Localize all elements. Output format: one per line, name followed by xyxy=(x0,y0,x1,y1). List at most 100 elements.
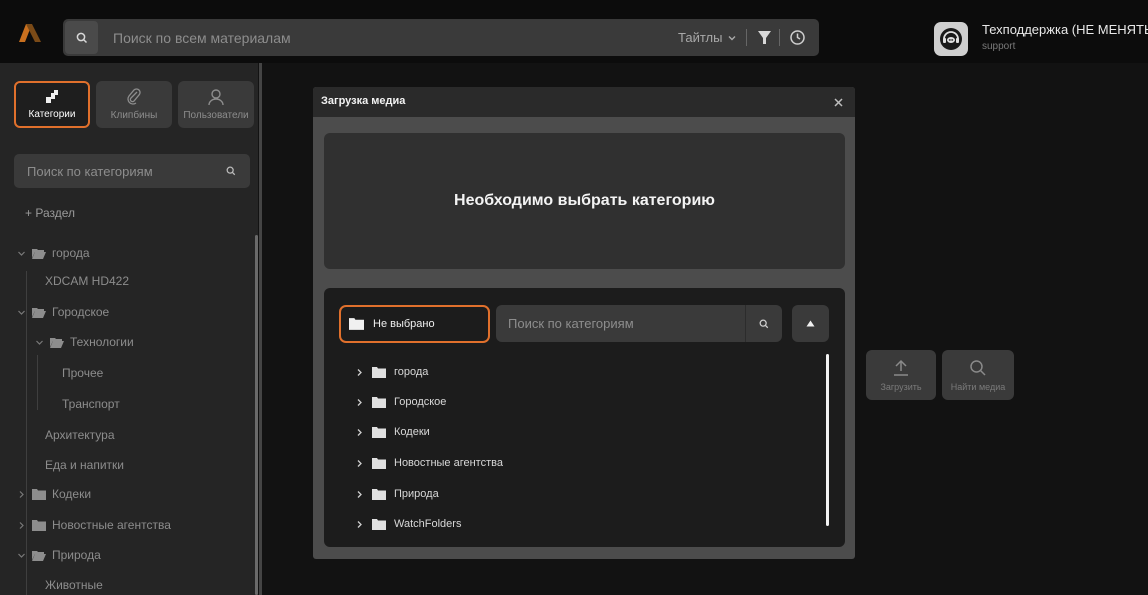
tree-item-label: Природа xyxy=(52,548,101,562)
folder-open-icon xyxy=(32,248,46,259)
notice-text: Необходимо выбрать категорию xyxy=(454,192,715,209)
chevron-right-icon xyxy=(357,459,362,467)
folder-icon xyxy=(372,488,386,500)
picker-item-label: Природа xyxy=(394,488,439,500)
category-search-input[interactable] xyxy=(14,154,204,188)
tree-item-label: Животные xyxy=(45,578,103,592)
selected-category-button[interactable]: Не выбрано xyxy=(339,305,490,343)
picker-item-label: города xyxy=(394,366,429,378)
close-icon xyxy=(833,97,843,107)
chevron-right-icon xyxy=(357,368,362,376)
tab-label: Категории xyxy=(28,109,76,120)
tree-item-xdcam[interactable]: XDCAM HD422 xyxy=(45,269,129,293)
search-icon xyxy=(970,359,986,376)
folder-icon xyxy=(32,488,46,500)
filter-icon[interactable] xyxy=(756,29,773,46)
sidebar-scrollbar[interactable] xyxy=(255,235,258,595)
tree-item-transport[interactable]: Транспорт xyxy=(62,392,120,416)
chevron-right-icon xyxy=(357,520,362,528)
picker-item-priroda[interactable]: Природа xyxy=(355,483,439,505)
sidebar-resize-handle[interactable] xyxy=(259,63,262,595)
collapse-button[interactable] xyxy=(792,305,829,342)
folder-icon xyxy=(372,457,386,469)
clock-icon[interactable] xyxy=(789,29,806,46)
tree-item-goroda[interactable]: города xyxy=(17,241,90,265)
category-picker: Не выбрано города Городское xyxy=(324,288,845,547)
tree-item-label: Архитектура xyxy=(45,428,115,442)
tab-users[interactable]: Пользователи xyxy=(178,81,254,128)
sidebar-tabs: Категории Клипбины Пользователи xyxy=(14,81,254,128)
chevron-right-icon xyxy=(357,428,362,436)
tree-item-label: города xyxy=(52,246,90,260)
tree-item-label: Кодеки xyxy=(52,487,92,501)
tree-item-gorodskoe[interactable]: Городское xyxy=(17,300,109,324)
tree-item-prochee[interactable]: Прочее xyxy=(62,361,103,385)
picker-item-novostnye[interactable]: Новостные агентства xyxy=(355,452,503,474)
picker-item-label: Новостные агентства xyxy=(394,457,503,469)
chevron-down-icon xyxy=(18,310,25,315)
chevron-down-icon xyxy=(18,251,25,256)
paperclip-icon xyxy=(127,88,141,105)
picker-item-label: Кодеки xyxy=(394,426,430,438)
search-button[interactable] xyxy=(65,21,98,54)
upload-button[interactable]: Загрузить xyxy=(866,350,936,400)
picker-search-input[interactable] xyxy=(496,305,736,342)
drop-zone[interactable]: Необходимо выбрать категорию xyxy=(324,133,845,269)
search-icon xyxy=(226,166,236,176)
global-search-input[interactable] xyxy=(113,19,673,56)
picker-item-label: WatchFolders xyxy=(394,518,462,530)
app-logo[interactable] xyxy=(19,24,41,42)
folder-icon xyxy=(32,519,46,531)
picker-item-kodeki[interactable]: Кодеки xyxy=(355,421,430,443)
chevron-right-icon xyxy=(357,398,362,406)
picker-item-gorodskoe[interactable]: Городское xyxy=(355,391,446,413)
tree-item-novostnye[interactable]: Новостные агентства xyxy=(17,513,171,537)
tree-item-eda[interactable]: Еда и напитки xyxy=(45,453,124,477)
folder-open-icon xyxy=(32,550,46,561)
divider xyxy=(779,29,780,46)
tree-item-label: Еда и напитки xyxy=(45,458,125,472)
tree-item-label: Транспорт xyxy=(62,397,120,411)
divider xyxy=(746,29,747,46)
avatar xyxy=(934,22,968,56)
tree-item-priroda[interactable]: Природа xyxy=(17,543,101,567)
caret-up-icon xyxy=(806,320,815,327)
tree-item-arkhitektura[interactable]: Архитектура xyxy=(45,423,115,447)
chevron-down-icon xyxy=(36,340,43,345)
tab-label: Клипбины xyxy=(110,110,158,121)
dialog-title: Загрузка медиа xyxy=(321,95,406,107)
tree-item-zhivotnye[interactable]: Животные xyxy=(45,573,103,595)
chevron-right-icon xyxy=(19,521,24,529)
upload-media-dialog: Загрузка медиа Необходимо выбрать катего… xyxy=(313,87,855,559)
tab-label: Пользователи xyxy=(183,110,249,121)
find-media-button[interactable]: Найти медиа xyxy=(942,350,1014,400)
chevron-down-icon xyxy=(728,35,736,40)
folder-icon xyxy=(372,396,386,408)
tree-item-label: Городское xyxy=(52,305,110,319)
chevron-right-icon xyxy=(357,490,362,498)
tree-item-tekhnologii[interactable]: Технологии xyxy=(35,330,134,354)
search-scope-select[interactable]: Тайтлы xyxy=(678,19,737,56)
tab-clipbins[interactable]: Клипбины xyxy=(96,81,172,128)
chevron-down-icon xyxy=(18,553,25,558)
search-icon xyxy=(759,319,769,328)
folder-icon xyxy=(372,518,386,530)
picker-scrollbar[interactable] xyxy=(826,354,829,526)
picker-item-watchfolders[interactable]: WatchFolders xyxy=(355,513,461,535)
tab-categories[interactable]: Категории xyxy=(14,81,90,128)
tree-item-kodeki[interactable]: Кодеки xyxy=(17,482,91,506)
close-button[interactable] xyxy=(831,95,845,109)
folder-open-icon xyxy=(32,307,46,318)
category-search-button[interactable] xyxy=(218,158,244,184)
picker-search-button[interactable] xyxy=(745,305,782,342)
search-scope-label: Тайтлы xyxy=(678,30,723,45)
search-icon xyxy=(76,32,87,43)
add-section-button[interactable]: + Раздел xyxy=(25,206,75,220)
tree-item-label: Прочее xyxy=(62,366,104,380)
selected-category-label: Не выбрано xyxy=(373,318,435,330)
global-search: Тайтлы xyxy=(63,19,819,56)
support-headset-icon xyxy=(940,28,962,50)
find-media-label: Найти медиа xyxy=(950,381,1006,392)
picker-item-goroda[interactable]: города xyxy=(355,361,428,383)
upload-label: Загрузить xyxy=(880,381,922,392)
